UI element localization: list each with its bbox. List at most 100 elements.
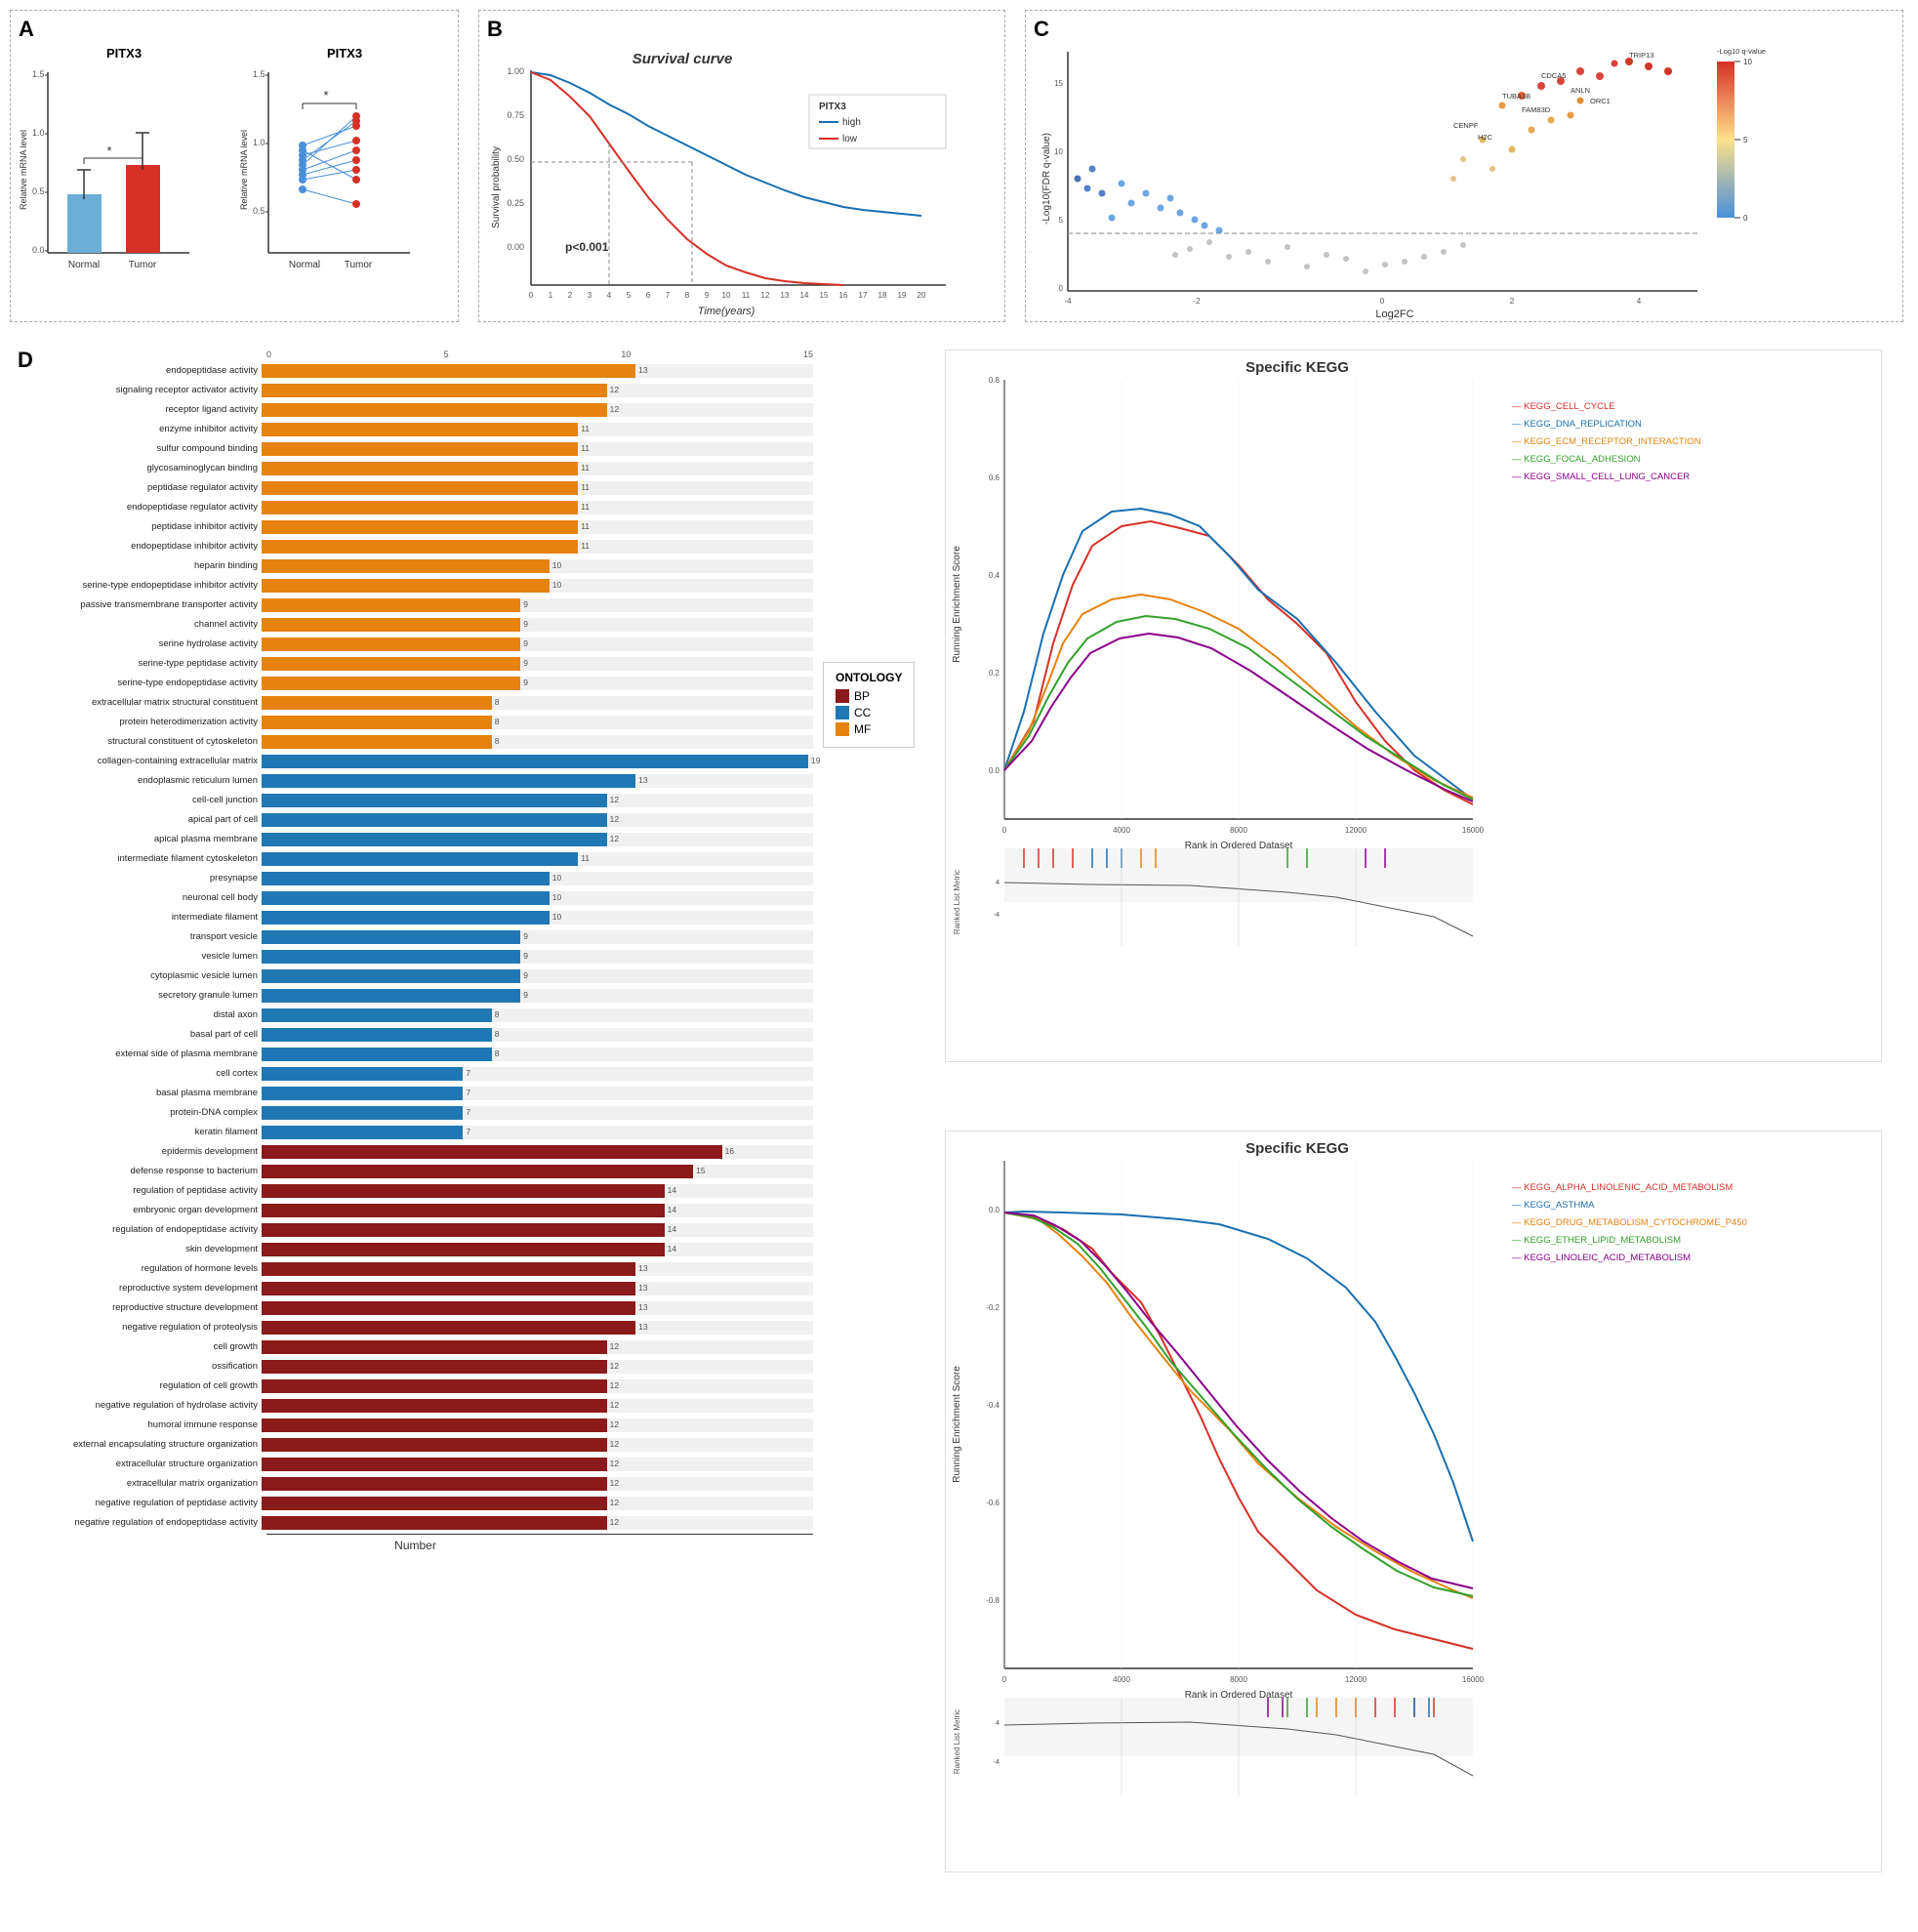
bar-fill-51 [262, 1360, 607, 1374]
xtick-17: 17 [859, 291, 868, 300]
bar-row-19: structural constituent of cytoskeleton8 [18, 732, 813, 751]
bar-track-24: 12 [262, 833, 813, 846]
bar-label-11: serine-type endopeptidase inhibitor acti… [18, 580, 262, 591]
bar-track-55: 12 [262, 1438, 813, 1452]
xlabel-tumor2: Tumor [345, 260, 373, 270]
f-legend-3: — KEGG_DRUG_METABOLISM_CYTOCHROME_P450 [1512, 1217, 1747, 1228]
bar-row-42: regulation of peptidase activity14 [18, 1181, 813, 1200]
bar-num-24: 12 [610, 834, 619, 843]
bar-num-41: 15 [696, 1166, 705, 1175]
bar-label-59: negative regulation of endopeptidase act… [18, 1517, 262, 1528]
bar-track-17: 8 [262, 696, 813, 710]
bar-track-6: 11 [262, 481, 813, 495]
bar-track-5: 11 [262, 462, 813, 475]
bar-fill-49 [262, 1321, 635, 1335]
xtick-6: 6 [646, 291, 651, 300]
bar-row-50: cell growth12 [18, 1337, 813, 1356]
vc-yt-15: 15 [1054, 79, 1063, 88]
panel-d-label: D [18, 348, 33, 373]
e-legend-4: — KEGG_FOCAL_ADHESION [1512, 454, 1641, 465]
bar-label-57: extracellular matrix organization [18, 1478, 262, 1489]
legend-low-label: low [842, 134, 858, 144]
bar-label-33: distal axon [18, 1009, 262, 1020]
gray-dots [1172, 239, 1466, 274]
bar-row-51: ossification12 [18, 1357, 813, 1376]
bar-row-32: secretory granule lumen9 [18, 986, 813, 1005]
vc-xt-4: 4 [1637, 297, 1642, 306]
bar-track-27: 10 [262, 891, 813, 905]
bar-row-38: protein-DNA complex7 [18, 1103, 813, 1122]
bar-track-49: 13 [262, 1321, 813, 1335]
survival-high-line [531, 72, 921, 216]
bar-fill-47 [262, 1282, 635, 1295]
bar-row-39: keratin filament7 [18, 1123, 813, 1141]
bar-label-36: cell cortex [18, 1068, 262, 1079]
vc-yt-0: 0 [1059, 284, 1064, 293]
bar-num-23: 12 [610, 814, 619, 824]
xlabel-normal: Normal [68, 260, 100, 270]
bar-num-29: 9 [523, 931, 528, 941]
bar-num-47: 13 [638, 1283, 647, 1293]
bar-track-3: 11 [262, 423, 813, 436]
bar-fill-27 [262, 891, 550, 905]
bar-track-15: 9 [262, 657, 813, 671]
bar-row-58: negative regulation of peptidase activit… [18, 1494, 813, 1512]
bar-row-54: humoral immune response12 [18, 1416, 813, 1434]
bar-label-27: neuronal cell body [18, 892, 262, 903]
bar-fill-11 [262, 579, 550, 593]
bar-track-0: 13 [262, 364, 813, 378]
bar-row-17: extracellular matrix structural constitu… [18, 693, 813, 712]
bar-label-25: intermediate filament cytoskeleton [18, 853, 262, 864]
bar-row-25: intermediate filament cytoskeleton11 [18, 849, 813, 868]
bar-fill-45 [262, 1243, 665, 1256]
bar-track-23: 12 [262, 813, 813, 827]
e-yt-02: 0.2 [989, 669, 1000, 678]
bar-label-0: endopeptidase activity [18, 365, 262, 376]
bar-label-55: external encapsulating structure organiz… [18, 1439, 262, 1450]
xtick-14: 14 [800, 291, 809, 300]
bar-row-36: cell cortex7 [18, 1064, 813, 1083]
bar-track-2: 12 [262, 403, 813, 417]
bar-num-59: 12 [610, 1517, 619, 1527]
bar-label-54: humoral immune response [18, 1419, 262, 1430]
survival-xlabel: Time(years) [698, 306, 755, 317]
kegg-e-svg: Specific KEGG — KEGG_CELL_CYCLE — KEGG_D… [946, 350, 1883, 1063]
survival-ylabel: Survival probability [491, 146, 502, 228]
bar-num-6: 11 [581, 482, 590, 492]
bar-num-53: 12 [610, 1400, 619, 1410]
bar-fill-33 [262, 1008, 492, 1022]
xtick-9: 9 [705, 291, 710, 300]
e-yt-08: 0.8 [989, 376, 1000, 385]
e-xt-8000: 8000 [1230, 826, 1247, 835]
gene-label-tuba1b: TUBA1B [1502, 92, 1530, 101]
bar-label-53: negative regulation of hydrolase activit… [18, 1400, 262, 1411]
star-b: * [323, 88, 328, 103]
cc-swatch [836, 706, 849, 719]
bar-label-42: regulation of peptidase activity [18, 1185, 262, 1196]
rml-n4-e: -4 [993, 910, 1000, 919]
bar-label-51: ossification [18, 1361, 262, 1372]
bar-fill-42 [262, 1184, 665, 1198]
ya-label4: 0.0 [32, 245, 45, 255]
ranked-list-ylabel-e: Ranked List Metric [953, 870, 961, 934]
f-yt-n02: -0.2 [986, 1303, 1000, 1312]
bar-num-9: 11 [581, 541, 590, 551]
panel-a-title2: PITX3 [239, 46, 450, 61]
bar-track-32: 9 [262, 989, 813, 1003]
bar-fill-1 [262, 384, 607, 397]
bar-fill-40 [262, 1145, 722, 1159]
bar-row-16: serine-type endopeptidase activity9 [18, 674, 813, 692]
bar-track-33: 8 [262, 1008, 813, 1022]
colorbar-val3: 0 [1743, 214, 1748, 223]
f-legend-4: — KEGG_ETHER_LIPID_METABOLISM [1512, 1235, 1681, 1246]
bar-label-17: extracellular matrix structural constitu… [18, 697, 262, 708]
bar-label-14: serine hydrolase activity [18, 638, 262, 649]
bar-fill-32 [262, 989, 520, 1003]
bar-track-35: 8 [262, 1048, 813, 1061]
xtick-2: 2 [568, 291, 573, 300]
dot-n8 [299, 176, 306, 184]
bar-fill-38 [262, 1106, 463, 1120]
volcano-xlabel: Log2FC [1375, 308, 1413, 320]
bar-label-50: cell growth [18, 1341, 262, 1352]
bar-track-53: 12 [262, 1399, 813, 1413]
